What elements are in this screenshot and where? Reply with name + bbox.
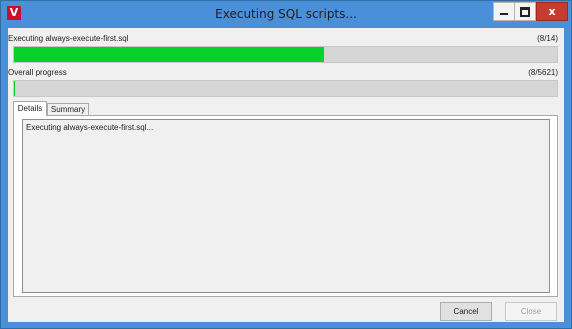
dialog-window: V Executing SQL scripts... x Executing a… bbox=[0, 0, 572, 329]
details-log[interactable]: Executing always-execute-first.sql... bbox=[22, 119, 550, 293]
overall-progress-label: Overall progress bbox=[8, 68, 67, 77]
log-line: Executing always-execute-first.sql... bbox=[26, 123, 154, 132]
close-button[interactable]: Close bbox=[505, 302, 557, 321]
maximize-button[interactable] bbox=[515, 2, 536, 21]
overall-progress-count: (8/5621) bbox=[528, 68, 558, 77]
dialog-content: Executing always-execute-first.sql (8/14… bbox=[8, 28, 564, 322]
current-script-count: (8/14) bbox=[537, 34, 558, 43]
window-title: Executing SQL scripts... bbox=[215, 7, 357, 21]
current-script-label: Executing always-execute-first.sql bbox=[8, 34, 129, 43]
close-icon: x bbox=[548, 5, 556, 18]
details-panel: Executing always-execute-first.sql... bbox=[13, 115, 558, 297]
close-window-button[interactable]: x bbox=[536, 2, 568, 21]
current-script-progress-fill bbox=[14, 47, 325, 62]
minimize-button[interactable] bbox=[493, 2, 515, 21]
overall-progress-bar bbox=[13, 80, 558, 97]
overall-progress-fill bbox=[14, 81, 16, 96]
tab-details[interactable]: Details bbox=[13, 101, 47, 116]
title-bar[interactable]: V Executing SQL scripts... x bbox=[1, 1, 571, 28]
cancel-button[interactable]: Cancel bbox=[440, 302, 492, 321]
current-script-progress-bar bbox=[13, 46, 558, 63]
